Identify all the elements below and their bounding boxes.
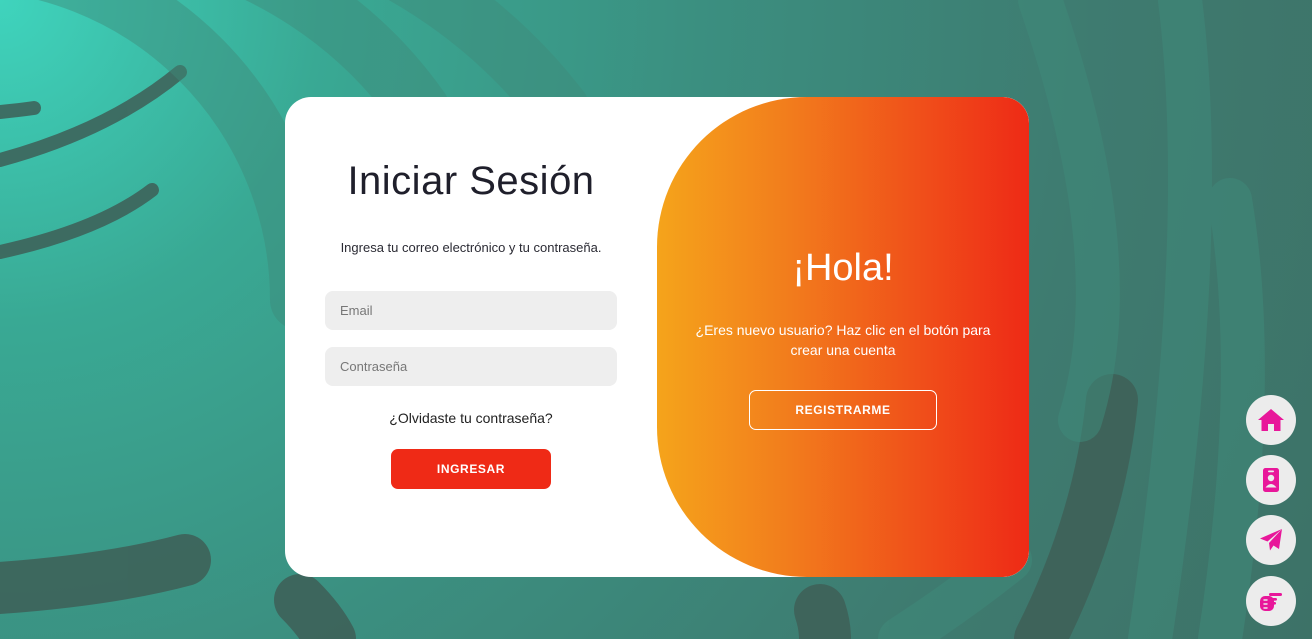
home-nav-button[interactable] <box>1246 395 1296 445</box>
password-input[interactable] <box>325 347 617 386</box>
pointing-hand-icon <box>1260 593 1282 611</box>
contact-card-nav-button[interactable] <box>1246 455 1296 505</box>
signup-panel: ¡Hola! ¿Eres nuevo usuario? Haz clic en … <box>657 97 1029 577</box>
email-input[interactable] <box>325 291 617 330</box>
auth-card: Iniciar Sesión Ingresa tu correo electró… <box>285 97 1029 577</box>
login-button[interactable]: INGRESAR <box>391 449 551 489</box>
forgot-password-link[interactable]: ¿Olvidaste tu contraseña? <box>285 410 657 426</box>
pointer-nav-button[interactable] <box>1246 576 1296 626</box>
contact-card-icon <box>1263 468 1279 492</box>
login-panel: Iniciar Sesión Ingresa tu correo electró… <box>285 97 657 577</box>
paper-plane-icon <box>1260 529 1282 551</box>
home-icon <box>1258 409 1284 431</box>
send-nav-button[interactable] <box>1246 515 1296 565</box>
register-button[interactable]: REGISTRARME <box>749 390 937 430</box>
login-title: Iniciar Sesión <box>347 159 595 203</box>
signup-message: ¿Eres nuevo usuario? Haz clic en el botó… <box>695 322 991 358</box>
login-subtitle: Ingresa tu correo electrónico y tu contr… <box>340 240 602 255</box>
signup-greeting: ¡Hola! <box>792 247 894 289</box>
